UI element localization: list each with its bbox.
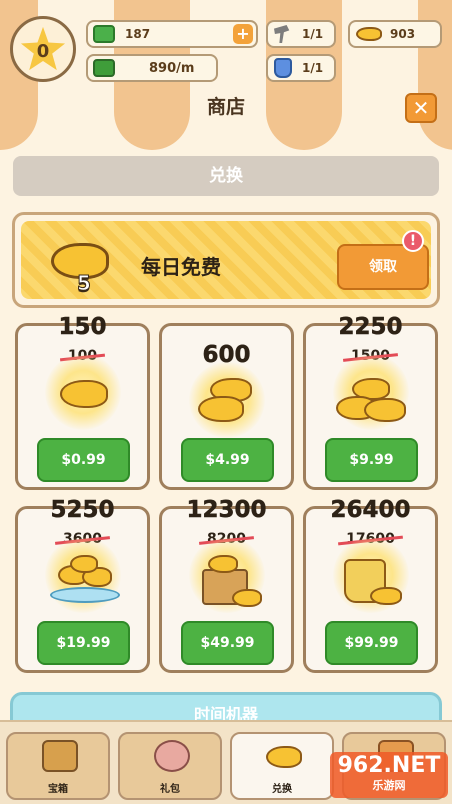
fish-icon bbox=[198, 396, 244, 422]
close-button[interactable]: ✕ bbox=[405, 93, 437, 123]
buy-button[interactable]: $49.99 bbox=[181, 621, 274, 665]
page-title: 商店 bbox=[206, 96, 245, 118]
cash-icon bbox=[93, 25, 115, 43]
income-rate: 890/m bbox=[86, 54, 218, 82]
jar-value: 1/1 bbox=[302, 61, 324, 75]
income-chart-icon bbox=[93, 59, 115, 77]
offer-card-2[interactable]: 600 $4.99 bbox=[159, 323, 294, 490]
offer-card-1[interactable]: 150 100 $0.99 bbox=[15, 314, 150, 490]
fish-icon bbox=[356, 27, 382, 41]
level-value: 0 bbox=[36, 40, 50, 62]
chest-icon bbox=[42, 740, 78, 772]
nav-item-gift[interactable]: 礼包 bbox=[118, 732, 222, 800]
offer-card-6[interactable]: 26400 17600 $99.99 bbox=[303, 497, 438, 673]
watermark-text: 962.NET bbox=[337, 753, 441, 778]
nav-label: 礼包 bbox=[160, 784, 180, 795]
nav-item-exchange[interactable]: 兑换 bbox=[230, 732, 334, 800]
nav-item-chest[interactable]: 宝箱 bbox=[6, 732, 110, 800]
buy-button[interactable]: $9.99 bbox=[325, 438, 418, 482]
fish-icon bbox=[60, 380, 108, 408]
hammer-icon bbox=[274, 25, 290, 43]
fish-icon bbox=[208, 555, 238, 573]
hammer-value: 1/1 bbox=[302, 27, 324, 41]
jar-counter: 1/1 bbox=[266, 54, 336, 82]
watermark-sub: 乐游网 bbox=[372, 779, 406, 792]
daily-free-banner: 5 每日免费 领取 bbox=[12, 212, 440, 308]
fish-icon bbox=[266, 746, 302, 768]
offer-amount: 26400 bbox=[330, 497, 411, 524]
fish-value: 903 bbox=[390, 27, 416, 41]
buy-button[interactable]: $4.99 bbox=[181, 438, 274, 482]
daily-free-label: 每日免费 bbox=[141, 255, 221, 279]
offer-amount: 150 bbox=[58, 314, 107, 341]
fish-counter: 903 bbox=[348, 20, 442, 48]
notification-badge: ! bbox=[402, 230, 424, 252]
buy-button[interactable]: $99.99 bbox=[325, 621, 418, 665]
fish-icon bbox=[364, 398, 406, 422]
offer-amount: 12300 bbox=[186, 497, 267, 524]
offer-amount: 2250 bbox=[338, 314, 403, 341]
site-watermark: 962.NET 乐游网 bbox=[330, 752, 448, 798]
buy-button[interactable]: $0.99 bbox=[37, 438, 130, 482]
piggy-bank-icon bbox=[154, 740, 190, 772]
plate-icon bbox=[50, 587, 120, 603]
offer-card-3[interactable]: 2250 1500 $9.99 bbox=[303, 314, 438, 490]
cash-counter: 187 + bbox=[86, 20, 258, 48]
cash-value: 187 bbox=[125, 27, 151, 41]
fish-icon bbox=[70, 555, 98, 573]
daily-count: 5 bbox=[77, 271, 92, 296]
offer-amount: 5250 bbox=[50, 497, 115, 524]
tab-exchange[interactable]: 兑换 bbox=[13, 156, 439, 196]
star-icon: 0 bbox=[20, 26, 66, 71]
hammer-counter: 1/1 bbox=[266, 20, 336, 48]
offer-card-4[interactable]: 5250 3600 $19.99 bbox=[15, 497, 150, 673]
nav-label: 宝箱 bbox=[48, 784, 68, 795]
buy-button[interactable]: $19.99 bbox=[37, 621, 130, 665]
close-x-icon: ✕ bbox=[412, 96, 430, 120]
rate-value: 890/m bbox=[149, 60, 195, 76]
fish-icon bbox=[232, 589, 262, 607]
jar-icon bbox=[274, 58, 292, 78]
nav-label: 兑换 bbox=[272, 784, 292, 795]
fish-icon bbox=[370, 587, 402, 605]
add-cash-button[interactable]: + bbox=[233, 24, 253, 44]
offer-card-5[interactable]: 12300 8200 $49.99 bbox=[159, 497, 294, 673]
player-level-avatar[interactable]: 0 bbox=[10, 16, 76, 82]
